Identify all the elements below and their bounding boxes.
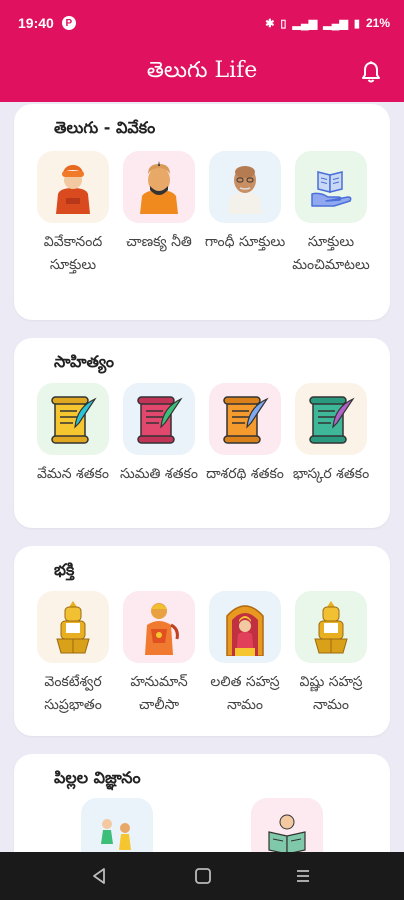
tile-label: దాశరథి శతకం xyxy=(206,466,284,482)
chanakya-icon xyxy=(123,151,195,223)
signal-icon: ▂▄▆ xyxy=(292,17,318,30)
home-icon[interactable] xyxy=(194,866,212,886)
vibrate-icon: ▯ xyxy=(280,17,287,30)
tile-dasarathi[interactable]: దాశరథి శతకం xyxy=(202,383,288,486)
lalitha-icon xyxy=(209,591,281,663)
tile-hanuman[interactable]: హనుమాన్ చాలీసా xyxy=(116,591,202,717)
scroll-quill-icon xyxy=(123,383,195,455)
status-time: 19:40 xyxy=(18,15,54,31)
tile-vivekananda[interactable]: వివేకానంద సూక్తులు xyxy=(30,151,116,277)
app-bar: తెలుగు Life xyxy=(0,46,404,102)
tile-label: చాణక్య నీతి xyxy=(126,234,192,250)
scroll-quill-icon xyxy=(295,383,367,455)
section-title: సాహిత్యం xyxy=(54,352,114,371)
battery-icon: ▮ xyxy=(353,17,360,30)
tile-label: హనుమాన్ చాలీసా xyxy=(130,674,188,713)
section-title: భక్తి xyxy=(54,560,75,579)
section-card-wisdom: తెలుగు - వివేకం వివేకానంద సూక్తులు చాణక్… xyxy=(14,104,390,320)
section-title: తెలుగు - వివేకం xyxy=(54,118,156,137)
tile-label: వేమన శతకం xyxy=(36,466,110,482)
tile-vishnu[interactable]: విష్ణు సహస్రనామం xyxy=(288,591,374,717)
section-title: పిల్లల విజ్ఞానం xyxy=(54,768,141,787)
venkateswara-icon xyxy=(37,591,109,663)
scroll-quill-icon xyxy=(209,383,281,455)
tile-label: విష్ణు సహస్రనామం xyxy=(299,674,363,713)
book-hand-icon xyxy=(295,151,367,223)
tile-venkateswara[interactable]: వెంకటేశ్వర సుప్రభాతం xyxy=(30,591,116,717)
back-icon[interactable] xyxy=(90,866,108,886)
section-card-literature: సాహిత్యం వేమన శతకం సుమతి శతకం దాశరథి శతక… xyxy=(14,338,390,528)
tile-label: సూక్తులు మంచిమాటలు xyxy=(292,234,370,273)
tile-vemana[interactable]: వేమన శతకం xyxy=(30,383,116,486)
hanuman-icon xyxy=(123,591,195,663)
tile-label: భాస్కర శతకం xyxy=(292,466,370,482)
vishnu-icon xyxy=(295,591,367,663)
recents-icon[interactable] xyxy=(294,866,312,886)
tile-label: గాంధీ సూక్తులు xyxy=(204,234,286,250)
scroll-quill-icon xyxy=(37,383,109,455)
tile-quotes[interactable]: సూక్తులు మంచిమాటలు xyxy=(288,151,374,277)
notification-icon: P xyxy=(61,16,76,30)
tile-label: సుమతి శతకం xyxy=(120,466,198,482)
battery-percent: 21% xyxy=(365,16,390,30)
bluetooth-icon: ✱ xyxy=(265,17,275,30)
app-title: తెలుగు Life xyxy=(146,58,258,83)
tile-chanakya[interactable]: చాణక్య నీతి xyxy=(116,151,202,254)
tile-label: వెంకటేశ్వర సుప్రభాతం xyxy=(44,674,102,713)
signal-icon-2: ▂▄▆ xyxy=(323,17,348,30)
vivekananda-icon xyxy=(37,151,109,223)
bell-icon[interactable] xyxy=(360,60,382,84)
tile-label: లలిత సహస్రనామం xyxy=(210,674,280,713)
tile-label: వివేకానంద సూక్తులు xyxy=(43,234,103,273)
section-card-devotion: భక్తి వెంకటేశ్వర సుప్రభాతం హనుమాన్ చాలీస… xyxy=(14,546,390,736)
tile-gandhi[interactable]: గాంధీ సూక్తులు xyxy=(202,151,288,254)
tile-lalitha[interactable]: లలిత సహస్రనామం xyxy=(202,591,288,717)
gandhi-icon xyxy=(209,151,281,223)
status-bar: 19:40 P ✱ ▯ ▂▄▆ ▂▄▆ ▮ 21% xyxy=(0,0,404,46)
system-nav-bar xyxy=(0,852,404,900)
tile-sumati[interactable]: సుమతి శతకం xyxy=(116,383,202,486)
tile-bhaskara[interactable]: భాస్కర శతకం xyxy=(288,383,374,486)
